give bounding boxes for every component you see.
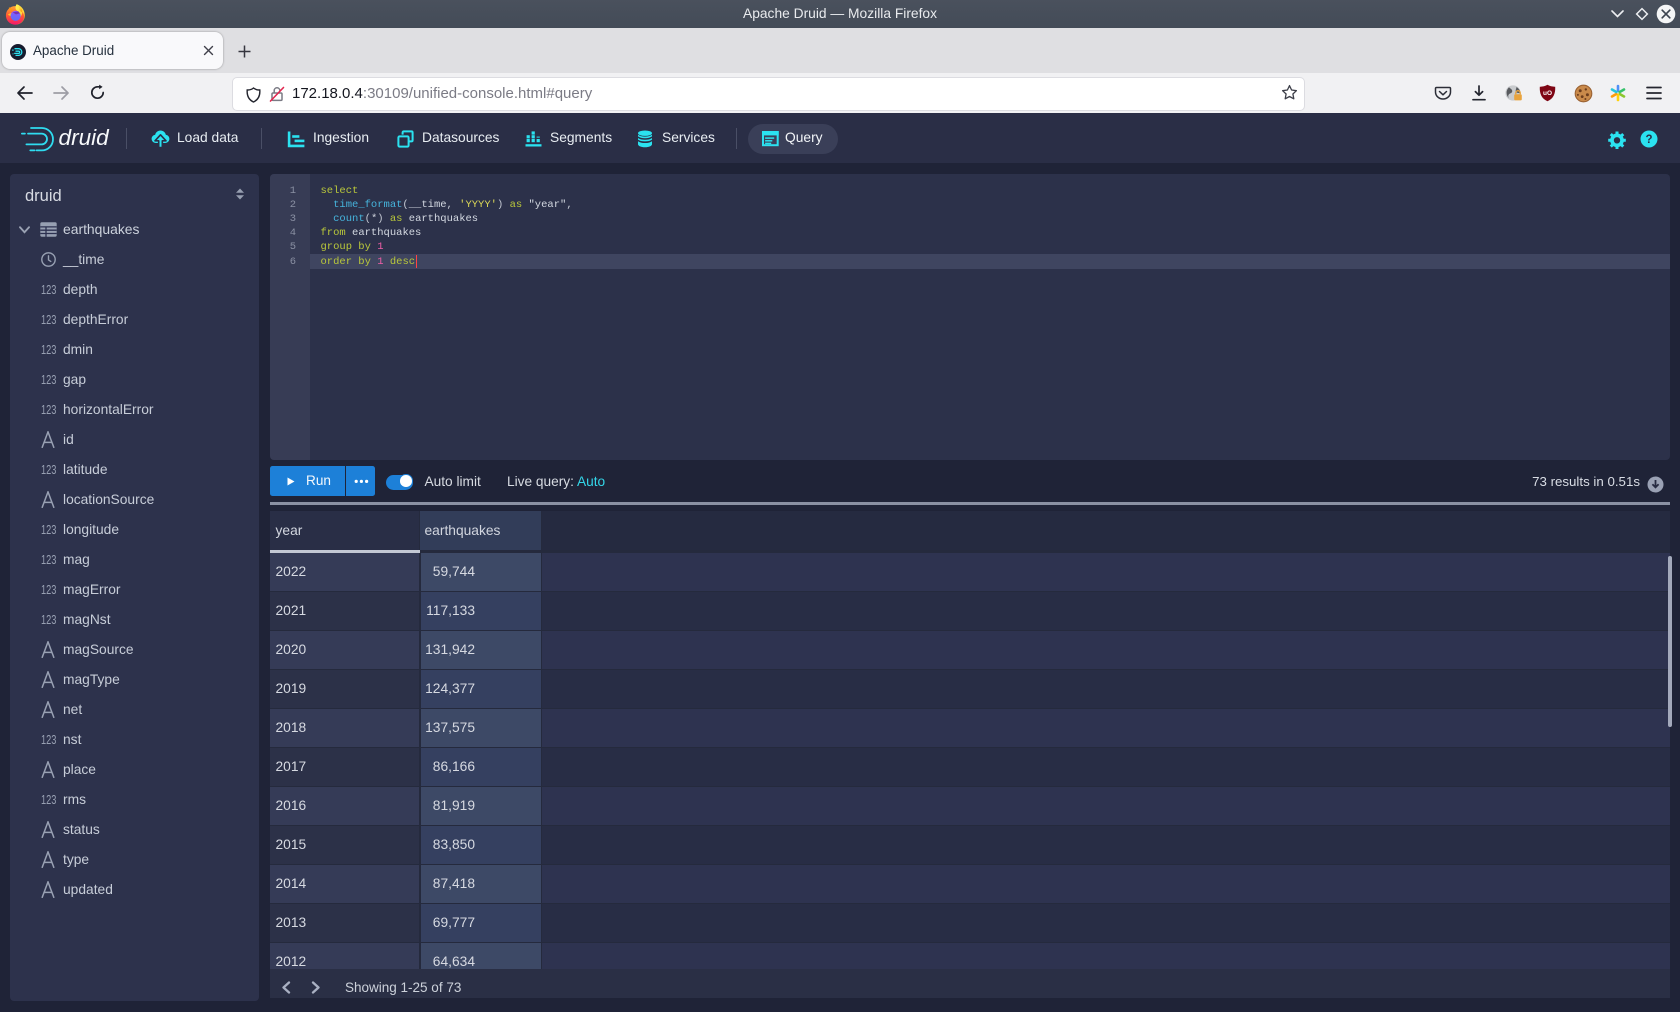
svg-text:123: 123 [41, 343, 56, 356]
svg-text:?: ? [1645, 134, 1652, 146]
svg-text:123: 123 [41, 613, 56, 626]
svg-text:123: 123 [41, 523, 56, 536]
svg-text:123: 123 [41, 793, 56, 806]
svg-text:123: 123 [41, 373, 56, 386]
svg-text:123: 123 [41, 583, 56, 596]
svg-text:123: 123 [41, 403, 56, 416]
svg-text:123: 123 [41, 313, 56, 326]
svg-text:123: 123 [41, 733, 56, 746]
svg-text:123: 123 [41, 283, 56, 296]
svg-text:123: 123 [41, 463, 56, 476]
svg-text:123: 123 [41, 553, 56, 566]
svg-text:uO: uO [1543, 90, 1552, 97]
